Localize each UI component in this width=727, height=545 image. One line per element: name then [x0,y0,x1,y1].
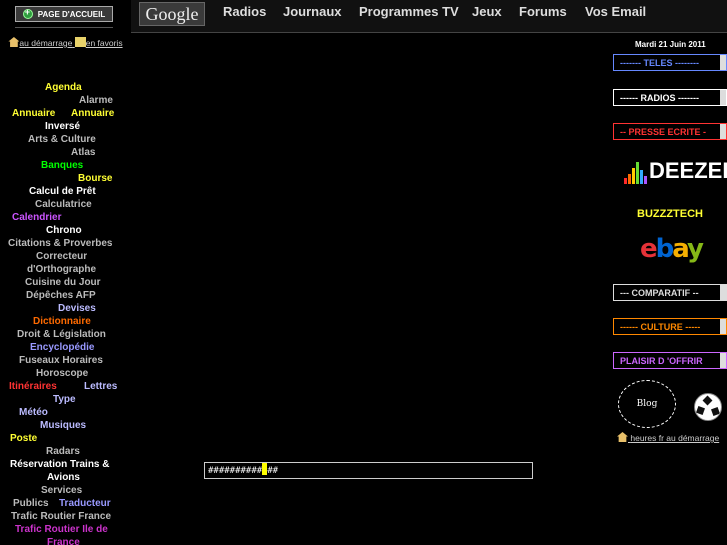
top-nav-bar: Google Radios Journaux Programmes TV Jeu… [131,0,727,33]
sidebar-item[interactable]: Fuseaux Horaires [19,355,103,367]
sidebar-item[interactable]: Horoscope [36,368,88,380]
house-icon [617,432,628,442]
ebay-letter: y [687,234,704,264]
equalizer-icon [624,160,647,184]
buzzztech-link[interactable]: BUZZZTECH [637,208,703,220]
google-logo[interactable]: Google [139,2,205,26]
sidebar-item[interactable]: Réservation Trains & [10,459,109,471]
soccer-ball-icon[interactable] [694,393,722,421]
plaisir-label: PLAISIR D 'OFFRIR [620,355,703,366]
sidebar-item[interactable]: Atlas [71,147,95,159]
sidebar-item[interactable]: Chrono [46,225,82,237]
sidebar-item[interactable]: Publics [13,498,49,510]
sidebar-item[interactable]: Citations & Proverbes [8,238,112,250]
sidebar-item[interactable]: Météo [19,407,48,419]
sidebar-item[interactable]: Trafic Routier Ile de [15,524,108,536]
start-fav-links: au démarrage en favoris [8,37,123,50]
sidebar-item[interactable]: Bourse [78,173,112,185]
dropdown-arrow-icon [720,55,726,70]
blog-label: Blog [636,399,658,409]
hours-link[interactable]: heures fr au démarrage [617,432,719,443]
favorites-icon [74,37,86,47]
sidebar-item[interactable]: Itinéraires [9,381,57,393]
dropdown-arrow-icon [720,285,726,300]
teles-label: ------- TELES -------- [620,57,699,68]
sidebar-item[interactable]: Poste [10,433,37,445]
sidebar: PAGE D'ACCUEIL au démarrage en favoris A… [0,0,131,545]
ebay-letter: e [640,234,658,264]
deezer-text: DEEZER [649,158,727,183]
deezer-logo[interactable]: DEEZER [624,158,727,184]
sidebar-item[interactable]: Calcul de Prêt [29,186,96,198]
sidebar-item[interactable]: Traducteur [59,498,111,510]
comparatif-label: --- COMPARATIF -- [620,287,699,298]
sidebar-item[interactable]: Musiques [40,420,86,432]
sidebar-item[interactable]: Banques [41,160,83,172]
nav-vos-email[interactable]: Vos Email [585,4,646,19]
ebay-letter: a [672,234,689,264]
sidebar-item[interactable]: Alarme [79,95,113,107]
nav-forums[interactable]: Forums [519,4,567,19]
sidebar-item[interactable]: Encyclopédie [30,342,94,354]
sidebar-item[interactable]: Inversé [45,121,80,133]
search-input-tail: ## [267,466,279,476]
divider [15,27,113,28]
sidebar-item[interactable]: Agenda [45,82,82,94]
sidebar-item[interactable]: France [47,537,80,545]
dropdown-arrow-icon [720,319,726,334]
radios-select[interactable]: ------ RADIOS ------- [613,89,727,106]
sidebar-item[interactable]: Dictionnaire [33,316,91,328]
dropdown-arrow-icon [720,90,726,105]
favorites-link[interactable]: en favoris [86,38,123,48]
sidebar-item[interactable]: Services [41,485,82,497]
sidebar-item[interactable]: Annuaire [71,108,114,120]
sidebar-item[interactable]: Avions [47,472,80,484]
nav-jeux[interactable]: Jeux [472,4,502,19]
dropdown-arrow-icon [720,353,726,368]
sidebar-item[interactable]: Correcteur [36,251,87,263]
sidebar-item[interactable]: Lettres [84,381,117,393]
sidebar-item[interactable]: Trafic Routier France [11,511,111,523]
sidebar-item[interactable]: Devises [58,303,96,315]
little-galerie-blog-logo[interactable]: Blog [618,380,676,428]
comparatif-select[interactable]: --- COMPARATIF -- [613,284,727,301]
sidebar-item[interactable]: Type [53,394,76,406]
sidebar-item[interactable]: Dépêches AFP [26,290,96,302]
hours-link-label: heures fr au démarrage [630,433,720,443]
nav-radios[interactable]: Radios [223,4,266,19]
sidebar-item[interactable]: Cuisine du Jour [25,277,101,289]
sidebar-item[interactable]: d'Orthographe [27,264,96,276]
dropdown-arrow-icon [720,124,726,139]
ebay-logo[interactable]: ebay [640,234,704,264]
ebay-letter: b [655,234,675,264]
sidebar-item[interactable]: Droit & Législation [17,329,106,341]
sidebar-item[interactable]: Arts & Culture [28,134,96,146]
plaisir-select[interactable]: PLAISIR D 'OFFRIR [613,352,727,369]
presse-select[interactable]: -- PRESSE ECRITE - [613,123,727,140]
house-icon [8,37,20,47]
home-page-button[interactable]: PAGE D'ACCUEIL [15,6,113,22]
sidebar-item[interactable]: Annuaire [12,108,55,120]
culture-label: ------ CULTURE ----- [620,321,701,332]
home-page-label: PAGE D'ACCUEIL [37,9,106,19]
add-icon [22,7,33,19]
current-date: Mardi 21 Juin 2011 [635,40,706,49]
nav-programmes-tv[interactable]: Programmes TV [359,4,459,19]
sidebar-item[interactable]: Calendrier [12,212,61,224]
sidebar-item[interactable]: Radars [46,446,80,458]
nav-journaux[interactable]: Journaux [283,4,342,19]
culture-select[interactable]: ------ CULTURE ----- [613,318,727,335]
sidebar-item[interactable]: Calculatrice [35,199,92,211]
search-input-value: ########## [208,466,263,476]
radios-label: ------ RADIOS ------- [620,92,699,103]
start-page-link[interactable]: au démarrage [19,38,72,48]
teles-select[interactable]: ------- TELES -------- [613,54,727,71]
presse-label: -- PRESSE ECRITE - [620,126,707,137]
search-input[interactable]: ########## ## [204,462,533,479]
